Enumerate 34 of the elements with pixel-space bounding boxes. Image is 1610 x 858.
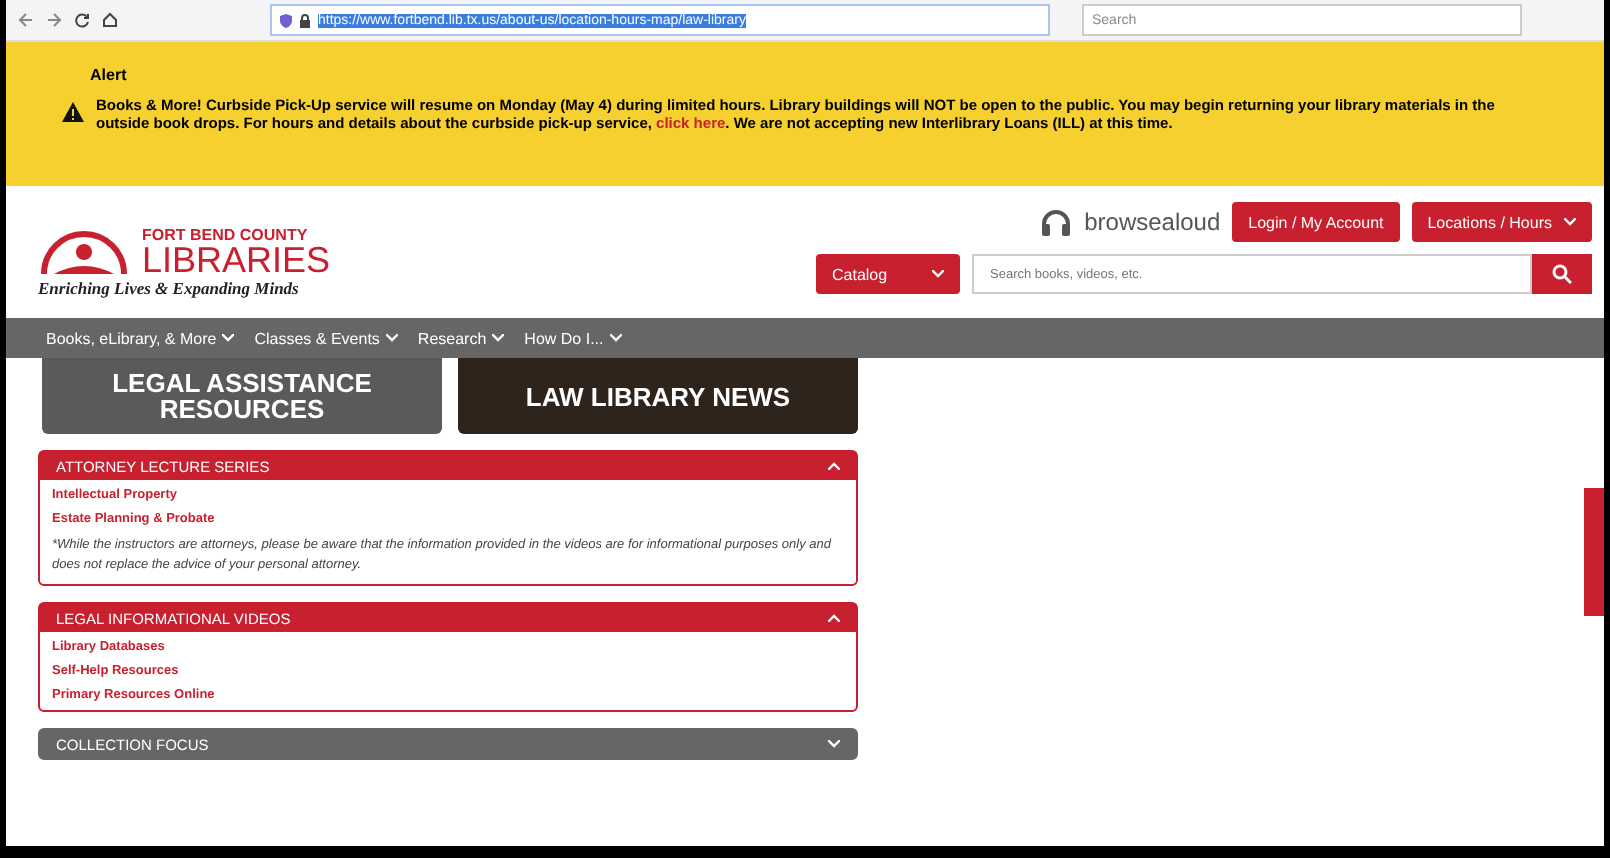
login-button[interactable]: Login / My Account [1232, 202, 1400, 242]
caret-icon [222, 334, 235, 342]
caret-icon [828, 614, 840, 622]
back-icon[interactable] [18, 12, 34, 28]
logo-tagline: Enriching Lives & Expanding Minds [38, 278, 301, 298]
alert-title: Alert [90, 66, 129, 84]
caret-icon [492, 334, 505, 342]
caret-icon [828, 462, 840, 470]
browsealoud-link[interactable]: browsealoud [1084, 208, 1221, 236]
caret-icon [385, 334, 398, 342]
resource-tile[interactable]: LAW LIBRARY NEWS [458, 358, 858, 434]
shield-icon [280, 13, 292, 27]
warning-icon [62, 102, 84, 122]
search-icon [1552, 264, 1572, 284]
home-icon[interactable] [102, 12, 118, 28]
caret-icon [609, 334, 622, 342]
nav-menu-item[interactable]: Books, eLibrary, & More [46, 329, 235, 347]
nav-menu-item[interactable]: Research [417, 329, 505, 347]
locations-hours-button[interactable]: Locations / Hours [1411, 202, 1592, 242]
nav-menu-item[interactable]: How Do I... [524, 329, 622, 347]
reload-icon[interactable] [74, 12, 90, 28]
search-button[interactable] [1532, 254, 1592, 294]
logo-libraries-text: LIBRARIES [142, 244, 331, 278]
forward-icon[interactable] [46, 12, 62, 28]
caret-icon [932, 270, 944, 278]
caret-icon [828, 740, 840, 748]
headphones-icon [1040, 208, 1073, 236]
catalog-dropdown[interactable]: Catalog [816, 254, 960, 294]
logo-county-text: FORT BEND COUNTY [142, 226, 310, 244]
nav-menu-item[interactable]: Classes & Events [254, 329, 398, 347]
lock-icon [300, 13, 310, 27]
book-reader-logo-icon [38, 226, 130, 278]
caret-icon [1564, 218, 1576, 226]
resource-tile[interactable]: LEGAL ASSISTANCE RESOURCES [42, 358, 442, 434]
